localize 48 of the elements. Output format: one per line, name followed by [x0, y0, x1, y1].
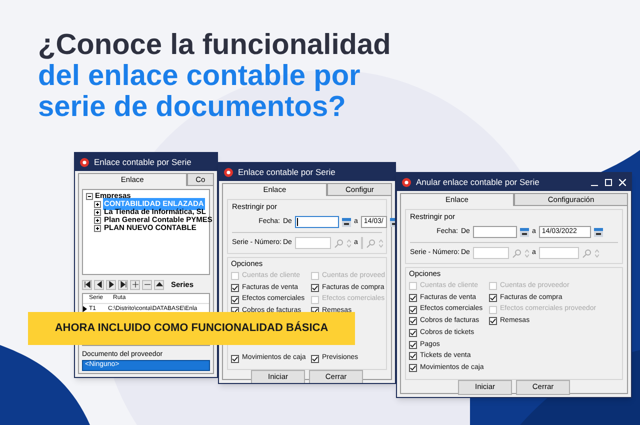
checkbox[interactable] — [409, 317, 417, 326]
serie-field[interactable] — [360, 237, 363, 250]
checkbox[interactable] — [409, 294, 417, 302]
checkbox[interactable] — [231, 284, 239, 292]
checkbox[interactable] — [311, 284, 319, 292]
date-field[interactable] — [472, 226, 517, 238]
maximize-icon[interactable] — [605, 178, 612, 186]
checkbox[interactable] — [489, 294, 497, 302]
first-record-icon[interactable] — [82, 280, 92, 290]
serie-field[interactable] — [294, 237, 331, 250]
checkbox[interactable] — [409, 364, 417, 372]
expand-icon[interactable] — [94, 208, 101, 216]
window-title: Enlace contable por Serie — [94, 156, 192, 168]
checkbox[interactable] — [231, 296, 239, 304]
serie-field[interactable] — [472, 247, 509, 260]
checkbox[interactable] — [231, 354, 239, 363]
expand-icon[interactable] — [94, 224, 101, 232]
checkbox[interactable] — [311, 354, 319, 363]
serie-field[interactable] — [538, 247, 579, 260]
window-title: Anular enlace contable por Serie — [416, 176, 540, 188]
collapse-icon[interactable] — [86, 192, 93, 200]
date-field[interactable] — [294, 216, 339, 228]
checkbox[interactable] — [409, 329, 417, 338]
headline: serie de documentos? — [38, 92, 347, 123]
headline: del enlace contable por — [38, 61, 362, 92]
checkbox[interactable] — [489, 317, 497, 326]
previous-record-icon[interactable] — [94, 280, 104, 290]
calendar-icon[interactable] — [594, 228, 603, 237]
promo-banner: AHORA INCLUIDO COMO FUNCIONALIDAD BÁSICA — [28, 312, 355, 345]
window-title: Enlace contable por Serie — [238, 166, 336, 178]
app-logo-icon — [80, 158, 89, 166]
checkbox[interactable] — [409, 340, 417, 349]
checkbox[interactable] — [409, 352, 417, 360]
calendar-icon[interactable] — [520, 228, 529, 237]
next-record-icon[interactable] — [106, 280, 116, 290]
expand-icon[interactable] — [94, 200, 101, 208]
app-logo-icon — [402, 178, 411, 186]
expand-icon[interactable] — [94, 216, 101, 224]
close-icon[interactable] — [619, 178, 626, 186]
text-caret — [296, 218, 298, 226]
headline: ¿Conoce la funcionalidad — [38, 30, 391, 61]
checkbox[interactable] — [409, 306, 417, 314]
remove-icon[interactable] — [142, 280, 152, 290]
calendar-icon[interactable] — [342, 218, 351, 227]
app-logo-icon — [224, 168, 233, 176]
last-record-icon[interactable] — [118, 280, 128, 290]
up-icon[interactable] — [154, 280, 164, 290]
add-icon[interactable] — [130, 280, 140, 290]
